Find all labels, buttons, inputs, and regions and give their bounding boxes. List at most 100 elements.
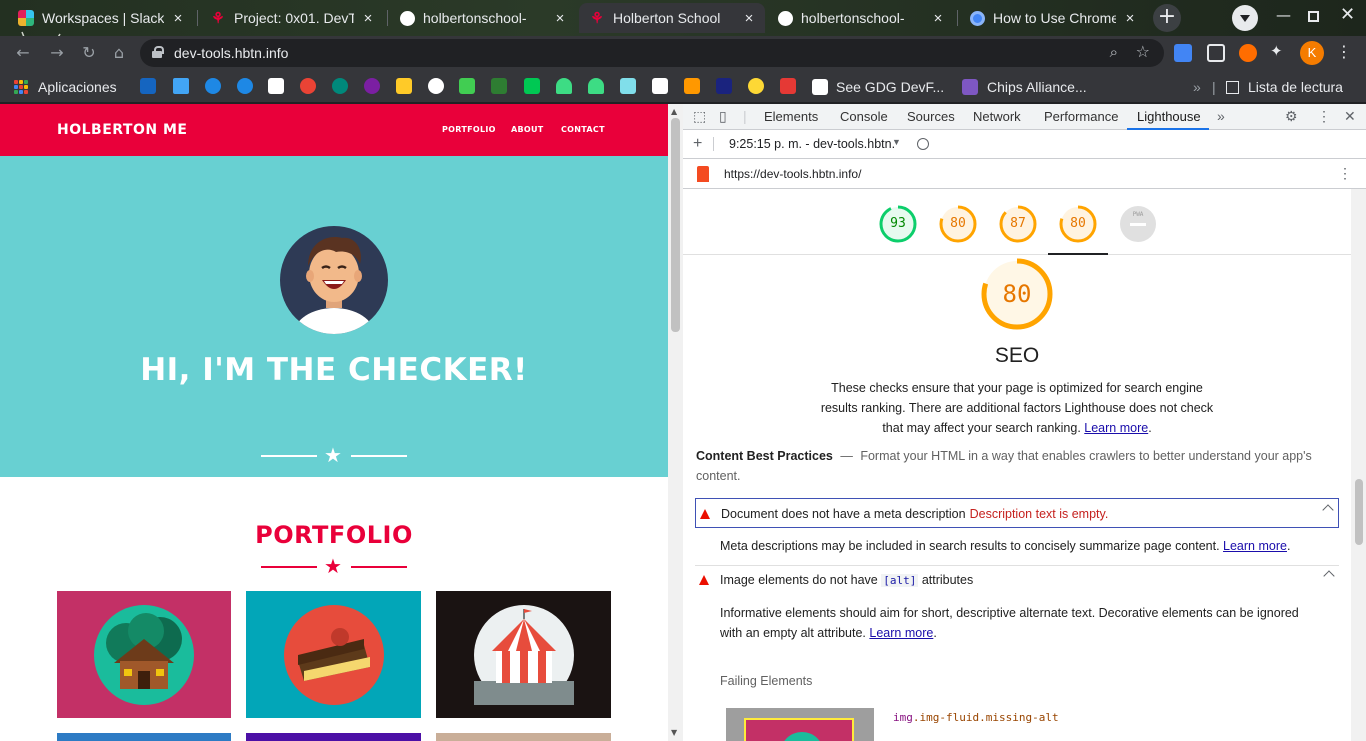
- pwa-badge[interactable]: PWA: [1119, 205, 1157, 243]
- seo-gauge[interactable]: 80: [1059, 205, 1097, 243]
- tab-search-button[interactable]: [1232, 5, 1258, 31]
- more-tabs-icon[interactable]: »: [1217, 108, 1225, 124]
- play-store-icon[interactable]: [524, 78, 540, 94]
- device-toolbar-icon[interactable]: ▯: [719, 108, 727, 125]
- cast-extension-icon[interactable]: [1207, 44, 1225, 62]
- close-devtools-icon[interactable]: ✕: [1344, 108, 1356, 125]
- chrome-os-icon[interactable]: [300, 78, 316, 94]
- audit-header[interactable]: Document does not have a meta descriptio…: [695, 498, 1339, 528]
- page-scrollbar[interactable]: ▲ ▼: [668, 104, 683, 741]
- w-icon[interactable]: [491, 78, 507, 94]
- more-bookmarks-icon[interactable]: »: [1193, 77, 1201, 97]
- nav-link-about[interactable]: ABOUT: [511, 125, 544, 134]
- f-icon[interactable]: [332, 78, 348, 94]
- portfolio-item-circus[interactable]: [436, 591, 611, 718]
- bookmark-gdg[interactable]: See GDG DevF...: [812, 77, 944, 97]
- devtools-scrollbar-thumb[interactable]: [1355, 479, 1363, 545]
- firebase-icon[interactable]: [396, 78, 412, 94]
- accessibility-gauge[interactable]: 80: [939, 205, 977, 243]
- failing-element-selector[interactable]: img.img-fluid.missing-alt: [893, 711, 1059, 724]
- nav-link-portfolio[interactable]: PORTFOLIO: [442, 125, 496, 134]
- android-icon[interactable]: [556, 78, 572, 94]
- colorful-icon[interactable]: [364, 78, 380, 94]
- tab-console[interactable]: Console: [840, 109, 888, 124]
- inspect-element-icon[interactable]: ⬚: [693, 108, 706, 125]
- minimize-icon[interactable]: —: [1276, 6, 1291, 24]
- portfolio-item-cabin[interactable]: [57, 591, 231, 718]
- reading-list-button[interactable]: Lista de lectura: [1226, 77, 1343, 97]
- home-icon[interactable]: ⌂: [108, 42, 130, 64]
- tab-sources[interactable]: Sources: [907, 109, 955, 124]
- new-tab-button[interactable]: +: [1153, 4, 1181, 32]
- dart-icon[interactable]: [205, 78, 221, 94]
- qt-icon[interactable]: [459, 78, 475, 94]
- devtools-scrollbar[interactable]: [1351, 189, 1366, 741]
- close-tab-icon[interactable]: ×: [360, 10, 376, 27]
- maximize-icon[interactable]: [1308, 11, 1319, 22]
- puzzle-extensions-icon[interactable]: ✦: [1270, 42, 1288, 60]
- gdg-icon[interactable]: [268, 78, 284, 94]
- forward-icon[interactable]: →: [46, 42, 68, 64]
- robot-icon[interactable]: [620, 78, 636, 94]
- reload-icon[interactable]: ↻: [78, 42, 100, 64]
- tab-slack[interactable]: Workspaces | Slack ×: [8, 3, 194, 33]
- learn-more-link[interactable]: Learn more: [869, 626, 933, 640]
- google-icon[interactable]: [428, 78, 444, 94]
- tab-network[interactable]: Network: [973, 109, 1021, 124]
- clear-reports-icon[interactable]: [917, 138, 929, 150]
- translate-extension-icon[interactable]: [1174, 44, 1192, 62]
- tensorflow-icon[interactable]: [684, 78, 700, 94]
- dropdown-arrow-icon[interactable]: ▼: [892, 137, 901, 147]
- extension-icon[interactable]: [1239, 44, 1257, 62]
- bookmark-apps[interactable]: Aplicaciones: [14, 77, 117, 97]
- close-tab-icon[interactable]: ×: [552, 10, 568, 27]
- new-report-icon[interactable]: +: [693, 135, 702, 153]
- audit-header[interactable]: Image elements do not have [alt] attribu…: [695, 565, 1339, 595]
- page-scrollbar-thumb[interactable]: [671, 118, 680, 332]
- failing-element-thumbnail[interactable]: [726, 708, 874, 741]
- close-tab-icon[interactable]: ×: [930, 10, 946, 27]
- learn-more-link[interactable]: Learn more: [1084, 421, 1148, 435]
- zoom-icon[interactable]: ⌕: [1110, 43, 1118, 61]
- stadia-icon[interactable]: [780, 78, 796, 94]
- android-icon[interactable]: [588, 78, 604, 94]
- report-url[interactable]: https://dev-tools.hbtn.info/: [724, 167, 861, 181]
- learn-more-link[interactable]: Learn more: [1223, 539, 1287, 553]
- scroll-down-icon[interactable]: ▼: [671, 728, 677, 737]
- bookmark-chips[interactable]: Chips Alliance...: [962, 77, 1087, 97]
- tab-holberton-school[interactable]: ⚘ Holberton School ×: [579, 3, 765, 33]
- tab-chrome-devtools[interactable]: How to Use Chrome ×: [960, 3, 1146, 33]
- browser-menu-icon[interactable]: ⋮: [1336, 42, 1352, 61]
- b-icon[interactable]: [748, 78, 764, 94]
- report-menu-icon[interactable]: ⋮: [1338, 165, 1352, 182]
- dart-icon[interactable]: [237, 78, 253, 94]
- settings-gear-icon[interactable]: ⚙: [1285, 108, 1298, 125]
- bookmark-star-icon[interactable]: ☆: [1136, 42, 1150, 61]
- profile-avatar[interactable]: K: [1300, 41, 1324, 65]
- address-bar[interactable]: dev-tools.hbtn.info ⌕ ☆: [140, 39, 1164, 67]
- tab-performance[interactable]: Performance: [1044, 109, 1118, 124]
- flutter-icon[interactable]: [173, 78, 189, 94]
- close-tab-icon[interactable]: ×: [170, 10, 186, 27]
- scroll-up-icon[interactable]: ▲: [671, 107, 677, 116]
- tab-github-2[interactable]: holbertonschool- ×: [768, 3, 954, 33]
- portfolio-item[interactable]: [246, 733, 421, 741]
- close-tab-icon[interactable]: ×: [1122, 10, 1138, 27]
- bookmark-icon[interactable]: [140, 78, 156, 94]
- portfolio-item[interactable]: [57, 733, 231, 741]
- report-selector[interactable]: 9:25:15 p. m. - dev-tools.hbtn.: [729, 137, 895, 151]
- tab-project[interactable]: ⚘ Project: 0x01. DevTools ×: [200, 3, 384, 33]
- close-tab-icon[interactable]: ×: [741, 10, 757, 27]
- performance-gauge[interactable]: 93: [879, 205, 917, 243]
- nav-link-contact[interactable]: CONTACT: [561, 125, 605, 134]
- best-practices-gauge[interactable]: 87: [999, 205, 1037, 243]
- portfolio-item[interactable]: [436, 733, 611, 741]
- page-icon[interactable]: [652, 78, 668, 94]
- portfolio-item-cake[interactable]: [246, 591, 421, 718]
- back-icon[interactable]: ←: [12, 42, 34, 64]
- tab-lighthouse[interactable]: Lighthouse: [1137, 109, 1201, 124]
- devtools-menu-icon[interactable]: ⋮: [1317, 108, 1331, 125]
- tm-icon[interactable]: [716, 78, 732, 94]
- tab-github-1[interactable]: holbertonschool- ×: [390, 3, 576, 33]
- site-brand[interactable]: HOLBERTON ME: [57, 122, 187, 138]
